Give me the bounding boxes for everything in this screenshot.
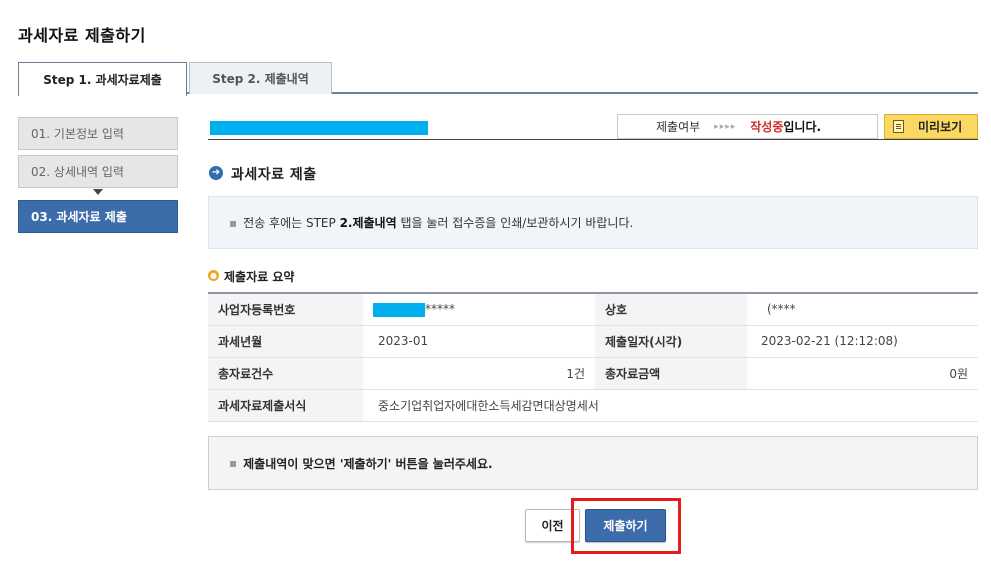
step-submit-data[interactable]: 03. 과세자료 제출 xyxy=(18,200,178,233)
company-name: (**** xyxy=(747,293,978,326)
tab-step1[interactable]: Step 1. 과세자료제출 xyxy=(18,62,187,96)
status-arrows-icon: ▸▸▸▸ xyxy=(714,121,737,132)
row-header: 총자료금액 xyxy=(595,357,747,390)
bullet-circle-icon: ● xyxy=(208,270,219,281)
notice-box: ▪ 제출내역이 맞으면 '제출하기' 버튼을 눌러주세요. xyxy=(208,436,978,490)
document-icon xyxy=(893,120,904,133)
row-header: 과세년월 xyxy=(208,325,363,358)
info-box: ▪ 전송 후에는 STEP 2.제출내역 탭을 눌러 접수증을 인쇄/보관하시기… xyxy=(208,196,978,249)
tax-month: 2023-01 xyxy=(363,325,595,358)
divider xyxy=(208,139,978,140)
status-suffix: 입니다. xyxy=(783,120,822,134)
table-row: 과세자료제출서식 중소기업취업자에대한소득세감면대상명세서 xyxy=(208,389,978,422)
step-basic-info[interactable]: 01. 기본정보 입력 xyxy=(18,117,178,150)
total-amount: 0원 xyxy=(747,357,978,390)
status-value: 작성중 xyxy=(750,120,784,134)
submission-status: 제출여부 ▸▸▸▸ 작성중 입니다. xyxy=(617,114,878,139)
section-title: 과세자료 제출 xyxy=(231,167,317,183)
bullet-icon: ▪ xyxy=(229,456,238,470)
row-header: 과세자료제출서식 xyxy=(208,389,363,422)
status-label: 제출여부 xyxy=(656,120,701,134)
step-detail-input[interactable]: 02. 상세내역 입력 xyxy=(18,155,178,188)
summary-title: 제출자료 요약 xyxy=(224,270,295,284)
total-count: 1건 xyxy=(363,357,595,390)
masked-company-bar xyxy=(210,121,428,135)
table-row: 사업자등록번호 ***** 상호 (**** xyxy=(208,293,978,326)
page-title: 과세자료 제출하기 xyxy=(18,26,146,45)
preview-button[interactable]: 미리보기 xyxy=(884,114,978,139)
arrow-circle-icon: ➜ xyxy=(209,166,223,180)
notice-text: 제출내역이 맞으면 '제출하기' 버튼을 눌러주세요. xyxy=(243,456,493,471)
row-header: 상호 xyxy=(595,293,747,326)
info-text: 전송 후에는 STEP 2.제출내역 탭을 눌러 접수증을 인쇄/보관하시기 바… xyxy=(243,216,634,230)
row-header: 제출일자(시각) xyxy=(595,325,747,358)
tab-bar: Step 1. 과세자료제출 Step 2. 제출내역 xyxy=(18,62,978,96)
step-down-arrow-icon xyxy=(93,189,103,195)
submission-form: 중소기업취업자에대한소득세감면대상명세서 xyxy=(363,389,978,422)
masked-business-number xyxy=(373,302,425,317)
submit-datetime: 2023-02-21 (12:12:08) xyxy=(747,325,978,358)
table-row: 과세년월 2023-01 제출일자(시각) 2023-02-21 (12:12:… xyxy=(208,325,978,358)
table-row: 총자료건수 1건 총자료금액 0원 xyxy=(208,357,978,390)
summary-table: 사업자등록번호 ***** 상호 (**** 과세년월 2023-01 제출일자… xyxy=(208,292,978,422)
preview-button-label: 미리보기 xyxy=(918,120,963,134)
row-header: 총자료건수 xyxy=(208,357,363,390)
bullet-icon: ▪ xyxy=(229,215,238,230)
submit-button[interactable]: 제출하기 xyxy=(585,509,666,542)
row-header: 사업자등록번호 xyxy=(208,293,363,326)
tab-step2[interactable]: Step 2. 제출내역 xyxy=(189,62,332,94)
business-number: ***** xyxy=(363,293,595,326)
prev-button[interactable]: 이전 xyxy=(525,509,580,542)
